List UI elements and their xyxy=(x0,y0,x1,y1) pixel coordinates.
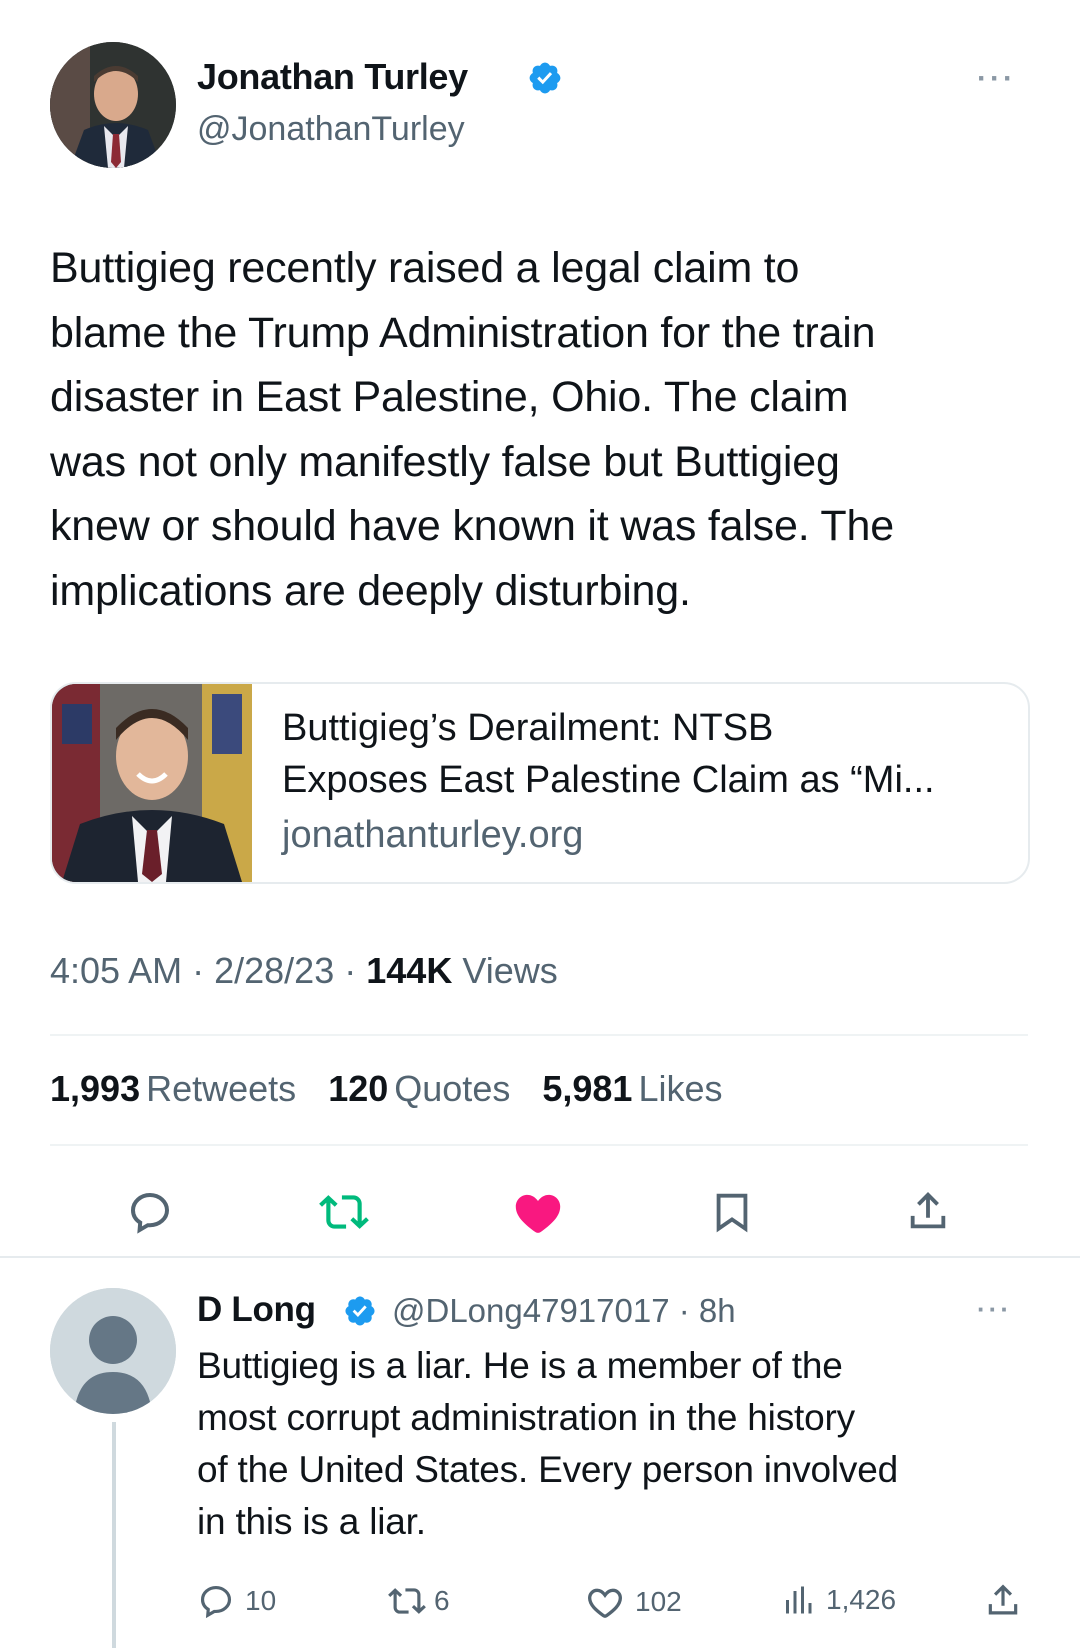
share-icon xyxy=(988,1584,1018,1615)
retweets-label: Retweets xyxy=(146,1068,297,1109)
reply-text-line: of the United States. Every person invol… xyxy=(197,1449,898,1490)
reply-share-button[interactable] xyxy=(984,1582,1022,1625)
verified-badge-icon xyxy=(527,60,563,96)
views-count: 144K xyxy=(366,950,453,991)
link-card-title-line: Buttigieg’s Derailment: NTSB xyxy=(282,707,774,749)
reply-reply-button[interactable]: 10 xyxy=(197,1582,276,1620)
divider xyxy=(50,1144,1028,1146)
link-card-title-line: Exposes East Palestine Claim as “Mi... xyxy=(282,759,935,801)
reply-views-button[interactable]: 1,426 xyxy=(780,1582,896,1618)
reply-text-line: most corrupt administration in the histo… xyxy=(197,1397,855,1438)
author-avatar[interactable] xyxy=(50,42,176,168)
quotes-count: 120 xyxy=(328,1068,389,1109)
share-button[interactable] xyxy=(896,1180,960,1244)
reply-avatar[interactable] xyxy=(50,1288,176,1414)
like-button[interactable] xyxy=(506,1180,570,1244)
tweet-text-line: knew or should have known it was false. … xyxy=(50,502,894,550)
retweets-stat[interactable]: 1,993 Retweets xyxy=(50,1068,296,1109)
tweet-text-line: was not only manifestly false but Buttig… xyxy=(50,437,840,486)
more-options-icon[interactable]: ··· xyxy=(977,62,1016,96)
divider xyxy=(0,1256,1080,1258)
reply-retweet-count: 6 xyxy=(434,1585,450,1616)
divider xyxy=(50,1034,1028,1036)
link-card[interactable]: Buttigieg’s Derailment: NTSB Exposes Eas… xyxy=(50,682,1030,884)
tweet-text-line: disaster in East Palestine, Ohio. The cl… xyxy=(50,373,849,421)
views-icon xyxy=(786,1586,812,1614)
tweet-text-line: blame the Trump Administration for the t… xyxy=(50,308,876,357)
reply-author-name[interactable]: D Long xyxy=(197,1290,316,1330)
engagement-stats: 1,993 Retweets 120 Quotes 5,981 Likes xyxy=(50,1068,745,1110)
tweet-meta: 4:05 AM · 2/28/23 · 144K Views xyxy=(50,950,558,992)
reply-text-line: in this is a liar. xyxy=(197,1501,426,1542)
tweet-text-line: implications are deeply disturbing. xyxy=(50,566,691,615)
tweet-date[interactable]: 2/28/23 xyxy=(214,950,334,991)
likes-label: Likes xyxy=(638,1068,723,1109)
reply-like-count: 102 xyxy=(635,1586,682,1617)
likes-stat[interactable]: 5,981 Likes xyxy=(542,1068,722,1109)
like-icon xyxy=(587,1588,623,1618)
reply-icon xyxy=(200,1585,232,1619)
reply-meta: @DLong47917017 · 8h xyxy=(392,1292,736,1330)
tweet-text-line: Buttigieg recently raised a legal claim … xyxy=(50,244,800,292)
likes-count: 5,981 xyxy=(542,1068,633,1109)
retweet-icon xyxy=(388,1588,426,1614)
reply-text: Buttigieg is a liar. He is a member of t… xyxy=(197,1340,1057,1548)
bookmark-icon xyxy=(716,1193,748,1233)
reply-text-line: Buttigieg is a liar. He is a member of t… xyxy=(197,1345,843,1386)
link-card-thumbnail xyxy=(52,684,252,882)
verified-badge-icon xyxy=(343,1294,377,1328)
separator: · xyxy=(344,950,367,991)
retweet-button[interactable] xyxy=(312,1180,376,1244)
tweet-time[interactable]: 4:05 AM xyxy=(50,950,182,991)
tweet-text: Buttigieg recently raised a legal claim … xyxy=(50,236,1050,623)
bookmark-button[interactable] xyxy=(700,1180,764,1244)
like-icon-filled xyxy=(515,1194,561,1233)
author-name[interactable]: Jonathan Turley xyxy=(197,56,468,98)
quotes-label: Quotes xyxy=(394,1068,511,1109)
separator: · xyxy=(669,1292,699,1329)
reply-icon xyxy=(130,1192,170,1234)
reply-retweet-button[interactable]: 6 xyxy=(388,1582,450,1620)
more-options-icon[interactable]: ··· xyxy=(977,1294,1012,1325)
separator: · xyxy=(192,950,215,991)
retweets-count: 1,993 xyxy=(50,1068,141,1109)
thread-line xyxy=(112,1422,116,1648)
reply-views-count: 1,426 xyxy=(826,1584,897,1615)
reply-reply-count: 10 xyxy=(245,1585,277,1616)
reply-author-handle[interactable]: @DLong47917017 xyxy=(392,1292,670,1329)
quotes-stat[interactable]: 120 Quotes xyxy=(328,1068,510,1109)
author-handle[interactable]: @JonathanTurley xyxy=(197,110,465,149)
link-card-domain: jonathanturley.org xyxy=(282,814,584,856)
share-icon xyxy=(910,1192,946,1229)
views-label: Views xyxy=(462,950,558,991)
reply-like-button[interactable]: 102 xyxy=(585,1582,682,1622)
link-card-title: Buttigieg’s Derailment: NTSB Exposes Eas… xyxy=(282,702,1012,806)
reply-button[interactable] xyxy=(118,1180,182,1244)
retweet-icon xyxy=(319,1195,369,1229)
reply-age[interactable]: 8h xyxy=(699,1292,736,1329)
